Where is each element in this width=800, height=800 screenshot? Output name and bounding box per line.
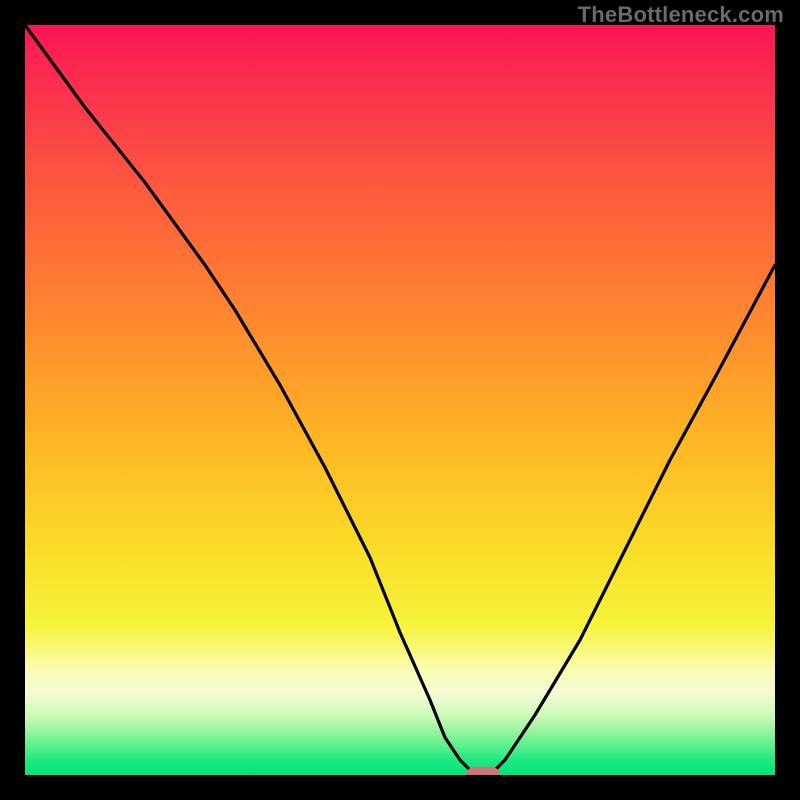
plot-area <box>25 25 775 775</box>
optimal-point-marker <box>466 767 500 775</box>
chart-frame: TheBottleneck.com <box>0 0 800 800</box>
watermark-text: TheBottleneck.com <box>578 2 784 28</box>
bottleneck-curve <box>25 25 775 775</box>
